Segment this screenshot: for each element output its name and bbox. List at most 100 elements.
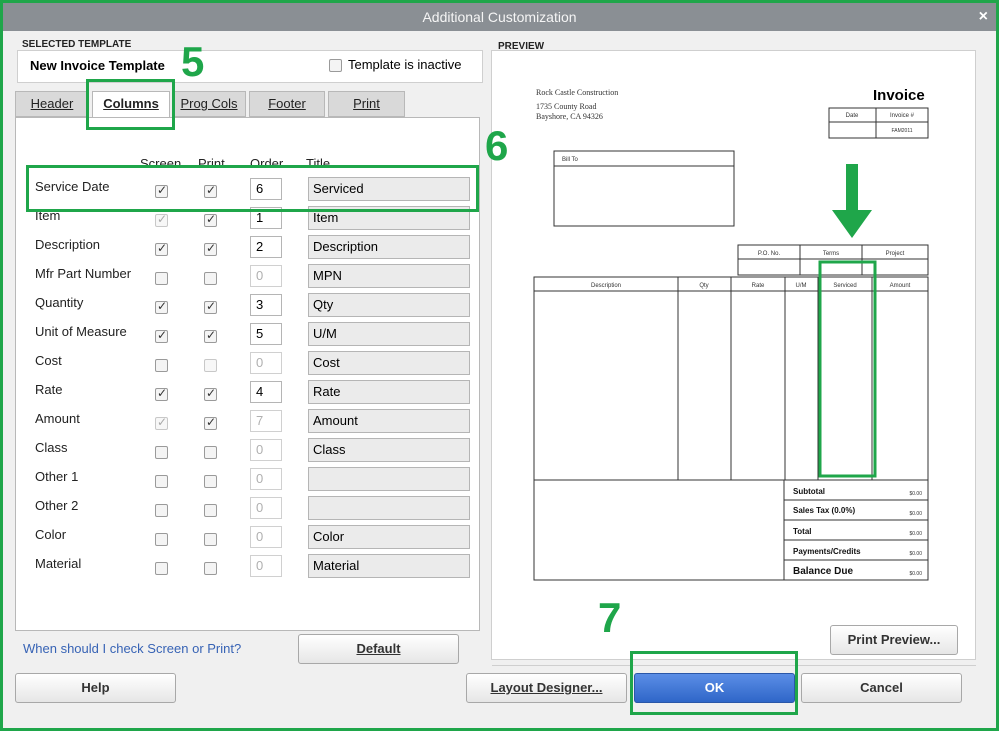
print-checkbox[interactable] [204, 212, 217, 227]
tab-print[interactable]: Print [328, 91, 405, 117]
serviced-column-highlight [818, 260, 877, 478]
print-checkbox[interactable] [204, 272, 217, 285]
print-checkbox[interactable] [204, 504, 217, 517]
order-input[interactable]: 5 [250, 323, 282, 345]
print-checkbox[interactable] [204, 386, 217, 401]
template-inactive-checkbox[interactable] [329, 59, 342, 72]
screen-checkbox [155, 415, 168, 430]
screen-checkbox[interactable] [155, 475, 168, 488]
order-input[interactable]: 3 [250, 294, 282, 316]
print-checkbox [204, 359, 217, 372]
print-checkbox[interactable] [204, 299, 217, 314]
screen-checkbox[interactable] [155, 446, 168, 459]
title-input[interactable] [308, 496, 470, 520]
order-input: 0 [250, 265, 282, 287]
column-row-label: Cost [35, 353, 62, 368]
print-checkbox[interactable] [204, 562, 217, 575]
column-row-label: Rate [35, 382, 63, 397]
po-label: P.O. No. [758, 251, 781, 257]
layout-designer-button[interactable]: Layout Designer... [466, 673, 627, 703]
title-input[interactable]: Color [308, 525, 470, 549]
balance-due-value: $0.00 [909, 571, 922, 577]
tab-header-label: Header [30, 96, 74, 111]
order-input: 0 [250, 497, 282, 519]
title-input[interactable]: Amount [308, 409, 470, 433]
selected-template-label: SELECTED TEMPLATE [22, 39, 132, 50]
title-input[interactable]: U/M [308, 322, 470, 346]
column-row-label: Amount [35, 411, 80, 426]
column-row-label: Other 2 [35, 498, 79, 513]
total-value: $0.00 [909, 531, 922, 537]
down-arrow-icon [832, 164, 872, 238]
print-checkbox[interactable] [204, 328, 217, 343]
screen-checkbox[interactable] [155, 562, 168, 575]
title-input[interactable]: Qty [308, 293, 470, 317]
template-name: New Invoice Template [30, 58, 165, 73]
title-bar: Additional Customization × [3, 3, 996, 31]
title-input[interactable]: Class [308, 438, 470, 462]
print-preview-button[interactable]: Print Preview... [830, 625, 958, 655]
col-qty: Qty [699, 283, 708, 289]
col-description: Description [591, 283, 621, 289]
title-input[interactable]: Material [308, 554, 470, 578]
tab-footer[interactable]: Footer [249, 91, 325, 117]
print-checkbox[interactable] [204, 475, 217, 488]
step-7-marker: 7 [598, 594, 622, 641]
screen-checkbox[interactable] [155, 272, 168, 285]
tab-prog-cols[interactable]: Prog Cols [172, 91, 246, 117]
screen-checkbox[interactable] [155, 359, 168, 372]
tab-prog-cols-label: Prog Cols [180, 96, 238, 111]
order-input: 7 [250, 410, 282, 432]
help-button[interactable]: Help [15, 673, 176, 703]
screen-checkbox[interactable] [155, 386, 168, 401]
screen-checkbox[interactable] [155, 504, 168, 517]
title-input[interactable]: Description [308, 235, 470, 259]
title-input[interactable]: Cost [308, 351, 470, 375]
bill-to-label: Bill To [562, 157, 579, 163]
total-label: Total [793, 527, 812, 536]
order-input[interactable]: 4 [250, 381, 282, 403]
ok-button-highlight [630, 651, 798, 715]
print-checkbox[interactable] [204, 446, 217, 459]
column-row-label: Color [35, 527, 67, 542]
screen-checkbox[interactable] [155, 533, 168, 546]
step-6-marker: 6 [485, 122, 509, 169]
project-label: Project [886, 251, 905, 257]
subtotal-label: Subtotal [793, 487, 825, 496]
tab-header[interactable]: Header [15, 91, 89, 117]
order-input: 0 [250, 468, 282, 490]
sales-tax-value: $0.00 [909, 511, 922, 517]
print-checkbox[interactable] [204, 415, 217, 430]
title-input[interactable] [308, 467, 470, 491]
column-row-label: Material [35, 556, 82, 571]
balance-due-label: Balance Due [793, 566, 853, 577]
default-button[interactable]: Default [298, 634, 459, 664]
print-checkbox[interactable] [204, 533, 217, 546]
title-input[interactable]: MPN [308, 264, 470, 288]
order-input: 0 [250, 555, 282, 577]
order-input: 0 [250, 526, 282, 548]
date-label: Date [846, 113, 859, 119]
order-input[interactable]: 2 [250, 236, 282, 258]
cancel-button[interactable]: Cancel [801, 673, 962, 703]
tab-footer-label: Footer [268, 96, 306, 111]
column-row-label: Mfr Part Number [35, 266, 132, 281]
col-um: U/M [796, 283, 807, 289]
bill-to-box [553, 150, 735, 227]
col-rate: Rate [752, 283, 765, 289]
invoice-no-label: Invoice # [890, 113, 915, 119]
title-input[interactable]: Rate [308, 380, 470, 404]
print-checkbox[interactable] [204, 241, 217, 256]
close-icon[interactable]: × [979, 3, 988, 31]
step-5-marker: 5 [181, 38, 205, 85]
sales-tax-label: Sales Tax (0.0%) [793, 506, 855, 515]
invoice-preview-form: Date Invoice # FAM2011 Bill To P.O. No. … [533, 107, 929, 581]
screen-checkbox[interactable] [155, 241, 168, 256]
screen-checkbox[interactable] [155, 328, 168, 343]
screen-checkbox[interactable] [155, 299, 168, 314]
tab-print-label: Print [353, 96, 380, 111]
screen-print-help-link[interactable]: When should I check Screen or Print? [23, 641, 241, 656]
screen-checkbox [155, 212, 168, 227]
window-title: Additional Customization [422, 9, 577, 25]
columns-tab-highlight [86, 79, 175, 130]
